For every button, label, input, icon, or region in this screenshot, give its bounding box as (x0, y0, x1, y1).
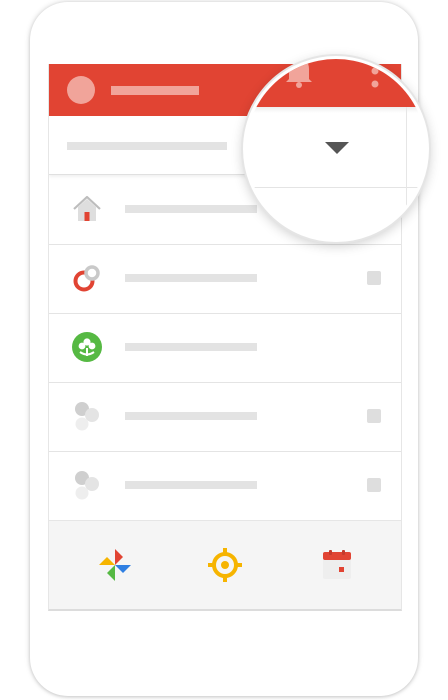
target-icon[interactable] (207, 547, 243, 583)
bottom-bar (49, 520, 401, 609)
magnified-shadow (246, 107, 426, 113)
list-item-text-placeholder (125, 274, 257, 282)
magnified-divider (246, 187, 426, 188)
list-item[interactable] (49, 451, 401, 521)
more-vert-icon[interactable] (370, 67, 380, 93)
list-item-text-placeholder (125, 412, 257, 420)
calendar-icon[interactable] (319, 547, 355, 583)
row-checkbox[interactable] (367, 478, 381, 492)
filter-label-placeholder (67, 142, 227, 150)
gray-group-icon (75, 471, 99, 500)
home-icon (73, 195, 101, 221)
clover-icon (72, 332, 102, 362)
list-item-text-placeholder (125, 205, 257, 213)
magnifier-lens (243, 56, 429, 242)
gray-group-icon (75, 402, 99, 431)
list-item-text-placeholder (125, 481, 257, 489)
list-item[interactable] (49, 313, 401, 383)
magnified-edge (406, 107, 407, 239)
list-item[interactable] (49, 244, 401, 314)
row-checkbox[interactable] (367, 409, 381, 423)
list-item[interactable] (49, 382, 401, 452)
list-item-text-placeholder (125, 343, 257, 351)
rings-icon (73, 265, 100, 292)
row-checkbox[interactable] (367, 271, 381, 285)
avatar[interactable] (67, 76, 95, 104)
magnified-app-bar (246, 59, 426, 107)
dropdown-arrow-icon[interactable] (324, 141, 350, 155)
pinwheel-icon[interactable] (97, 547, 133, 583)
bell-icon[interactable] (284, 56, 314, 89)
app-title-placeholder (111, 86, 199, 95)
